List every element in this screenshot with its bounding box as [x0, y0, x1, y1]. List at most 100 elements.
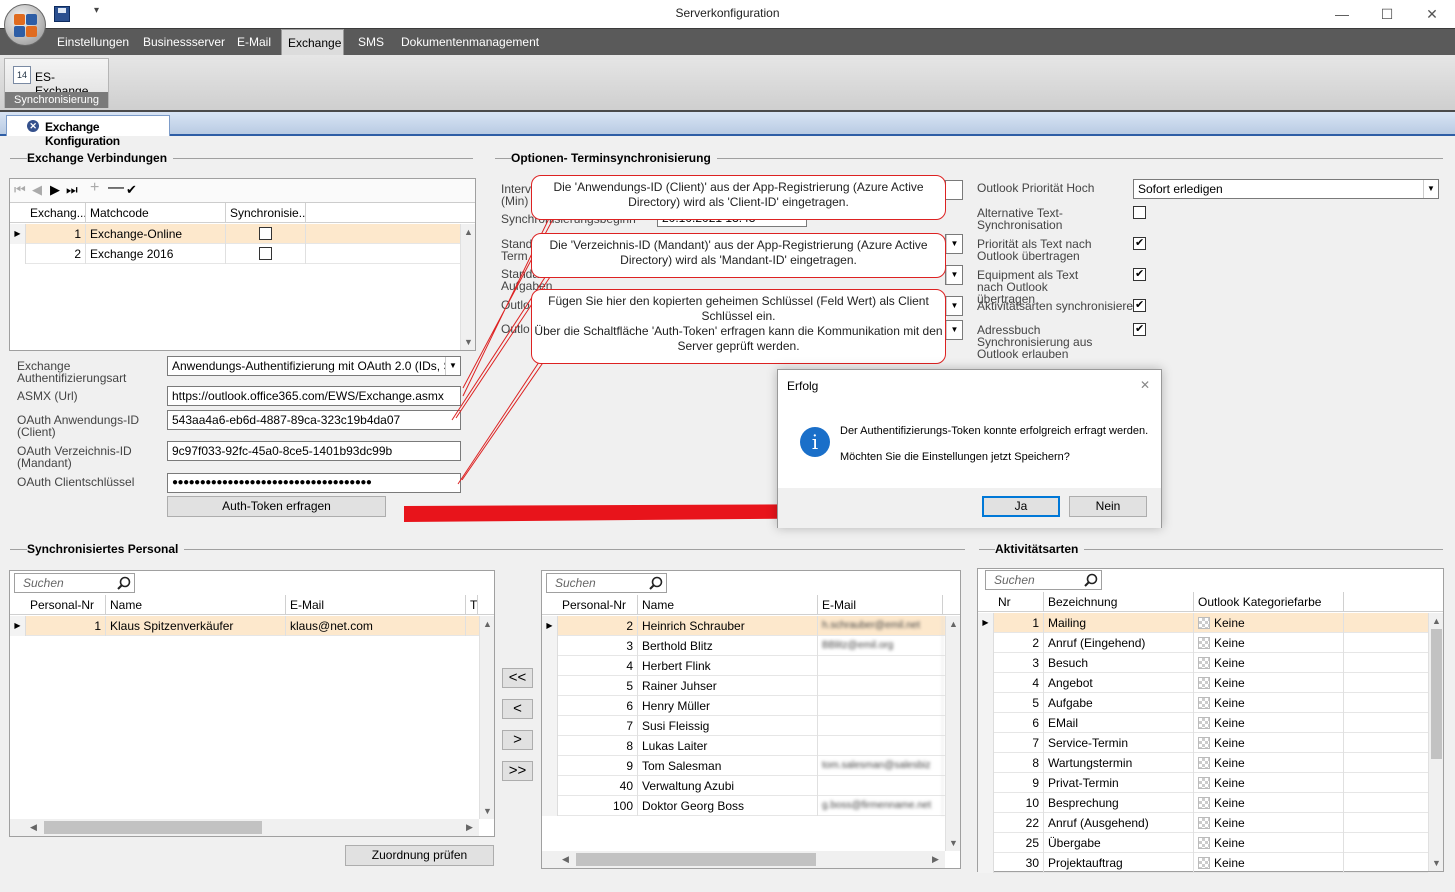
search-icon[interactable] [1084, 573, 1098, 587]
table-row[interactable]: 3 Berthold Blitz BBlitz@emil.org [542, 636, 945, 656]
col-t[interactable]: T [466, 595, 478, 615]
table-row[interactable]: 8 Lukas Laiter [542, 736, 945, 756]
add-record-icon[interactable]: + [90, 179, 99, 197]
no-button[interactable]: Nein [1069, 496, 1147, 517]
table-row[interactable]: 8 Wartungstermin Keine [978, 753, 1428, 773]
table-row[interactable]: ▶ 1 Exchange-Online [10, 224, 460, 244]
check-assignment-button[interactable]: Zuordnung prüfen [345, 845, 494, 866]
search-icon[interactable] [649, 576, 663, 590]
col-sync[interactable]: Synchronisie... [226, 203, 306, 223]
table-row[interactable]: 4 Angebot Keine [978, 673, 1428, 693]
scroll-right-icon[interactable]: ▶ [466, 822, 473, 833]
table-row[interactable]: ▶ 1 Klaus Spitzenverkäufer klaus@net.com [10, 616, 479, 636]
table-row[interactable]: 5 Rainer Juhser [542, 676, 945, 696]
equipment-text-checkbox[interactable] [1133, 267, 1146, 281]
close-button[interactable]: ✕ [1422, 4, 1442, 24]
scroll-thumb[interactable] [1431, 629, 1442, 759]
col-name[interactable]: Name [638, 595, 818, 615]
scroll-thumb[interactable] [576, 853, 816, 866]
personnel-search-input[interactable]: Suchen [14, 573, 135, 593]
outlook-option-combo[interactable]: ▼ [945, 296, 963, 316]
col-personal-nr[interactable]: Personal-Nr [558, 595, 638, 615]
table-row[interactable]: 2 Anruf (Eingehend) Keine [978, 633, 1428, 653]
chevron-down-icon[interactable]: ▼ [946, 297, 962, 315]
available-search-input[interactable]: Suchen [546, 573, 667, 593]
table-row[interactable]: 6 Henry Müller [542, 696, 945, 716]
tab-dokumentenmanagement[interactable]: Dokumentenmanagement [395, 29, 545, 56]
tab-email[interactable]: E-Mail [231, 29, 277, 56]
col-personal-nr[interactable]: Personal-Nr [26, 595, 106, 615]
vertical-scrollbar[interactable]: ▲ ▼ [945, 616, 960, 851]
scroll-left-icon[interactable]: ◀ [30, 822, 37, 833]
chevron-down-icon[interactable]: ▼ [946, 321, 962, 339]
col-bezeichnung[interactable]: Bezeichnung [1044, 592, 1194, 612]
col-email[interactable]: E-Mail [286, 595, 466, 615]
scroll-down-icon[interactable]: ▼ [464, 337, 473, 347]
vertical-scrollbar[interactable]: ▲ ▼ [1428, 613, 1443, 871]
outlook-option-combo-2[interactable]: ▼ [945, 320, 963, 340]
table-row[interactable]: 40 Verwaltung Azubi [542, 776, 945, 796]
col-email[interactable]: E-Mail [818, 595, 943, 615]
chevron-down-icon[interactable]: ▼ [946, 235, 962, 253]
scroll-right-icon[interactable]: ▶ [932, 854, 939, 865]
dialog-close-icon[interactable]: ✕ [1140, 378, 1150, 392]
scroll-up-icon[interactable]: ▲ [464, 227, 473, 237]
auth-type-combo[interactable]: Anwendungs-Authentifizierung mit OAuth 2… [167, 356, 461, 376]
scroll-up-icon[interactable]: ▲ [1432, 616, 1441, 626]
app-id-input[interactable]: 543aa4a6-eb6d-4887-89ca-323c19b4da07 [167, 410, 461, 430]
alt-text-sync-checkbox[interactable] [1133, 206, 1146, 219]
standard-term-combo[interactable]: ▼ [945, 234, 963, 254]
col-exchange-nr[interactable]: Exchang... [26, 203, 86, 223]
sync-checkbox[interactable] [259, 247, 272, 260]
table-row[interactable]: 4 Herbert Flink [542, 656, 945, 676]
table-row[interactable]: 7 Service-Termin Keine [978, 733, 1428, 753]
first-record-icon[interactable]: ⏮ [14, 182, 26, 198]
chevron-down-icon[interactable]: ▼ [445, 357, 460, 375]
table-row[interactable]: 7 Susi Fleissig [542, 716, 945, 736]
tab-sms[interactable]: SMS [352, 29, 390, 56]
horizontal-scrollbar[interactable]: ◀ ▶ [542, 851, 945, 868]
minimize-button[interactable]: — [1332, 4, 1352, 24]
table-row[interactable]: 6 EMail Keine [978, 713, 1428, 733]
maximize-button[interactable]: ☐ [1377, 4, 1397, 24]
move-all-left-button[interactable]: << [502, 668, 533, 688]
scroll-down-icon[interactable]: ▼ [1432, 858, 1441, 868]
table-row[interactable]: 10 Besprechung Keine [978, 793, 1428, 813]
sync-checkbox[interactable] [259, 227, 272, 240]
table-row[interactable]: ▶ 2 Heinrich Schrauber h.schrauber@emil.net [542, 616, 945, 636]
scroll-left-icon[interactable]: ◀ [562, 854, 569, 865]
move-left-button[interactable]: < [502, 699, 533, 719]
close-tab-icon[interactable]: ✕ [27, 120, 39, 132]
tab-exchange-konfiguration[interactable]: ✕ Exchange Konfiguration [6, 115, 170, 148]
horizontal-scrollbar[interactable]: ◀ ▶ [10, 819, 479, 836]
yes-button[interactable]: Ja [982, 496, 1060, 517]
tab-businessserver[interactable]: Businessserver [137, 29, 231, 56]
auth-token-button[interactable]: Auth-Token erfragen [167, 496, 386, 517]
table-row[interactable]: 2 Exchange 2016 [10, 244, 460, 264]
delete-record-icon[interactable]: — [108, 179, 124, 197]
col-category-color[interactable]: Outlook Kategoriefarbe [1194, 592, 1344, 612]
app-menu-button[interactable] [4, 4, 46, 46]
save-icon[interactable] [54, 6, 70, 22]
table-row[interactable]: ▶ 1 Mailing Keine [978, 613, 1428, 633]
table-row[interactable]: 5 Aufgabe Keine [978, 693, 1428, 713]
table-row[interactable]: 22 Anruf (Ausgehend) Keine [978, 813, 1428, 833]
previous-record-icon[interactable]: ◀ [32, 182, 42, 198]
search-icon[interactable] [117, 576, 131, 590]
scroll-up-icon[interactable]: ▲ [949, 619, 958, 629]
priority-combo[interactable]: Sofort erledigen ▼ [1133, 179, 1439, 199]
client-secret-input[interactable]: ●●●●●●●●●●●●●●●●●●●●●●●●●●●●●●●●●●●● [167, 473, 461, 493]
chevron-down-icon[interactable]: ▼ [1423, 180, 1438, 198]
table-row[interactable]: 25 Übergabe Keine [978, 833, 1428, 853]
table-row[interactable]: 30 Projektauftrag Keine [978, 853, 1428, 873]
addressbook-sync-checkbox[interactable] [1133, 322, 1146, 336]
scroll-up-icon[interactable]: ▲ [483, 619, 492, 629]
table-row[interactable]: 3 Besuch Keine [978, 653, 1428, 673]
table-row[interactable]: 9 Tom Salesman tom.salesman@salesbiz [542, 756, 945, 776]
standard-tasks-combo[interactable]: ▼ [945, 265, 963, 285]
move-right-button[interactable]: > [502, 730, 533, 750]
directory-id-input[interactable]: 9c97f033-92fc-45a0-8ce5-1401b93dc99b [167, 441, 461, 461]
interval-input[interactable] [945, 180, 963, 200]
scroll-down-icon[interactable]: ▼ [949, 838, 958, 848]
move-all-right-button[interactable]: >> [502, 761, 533, 781]
